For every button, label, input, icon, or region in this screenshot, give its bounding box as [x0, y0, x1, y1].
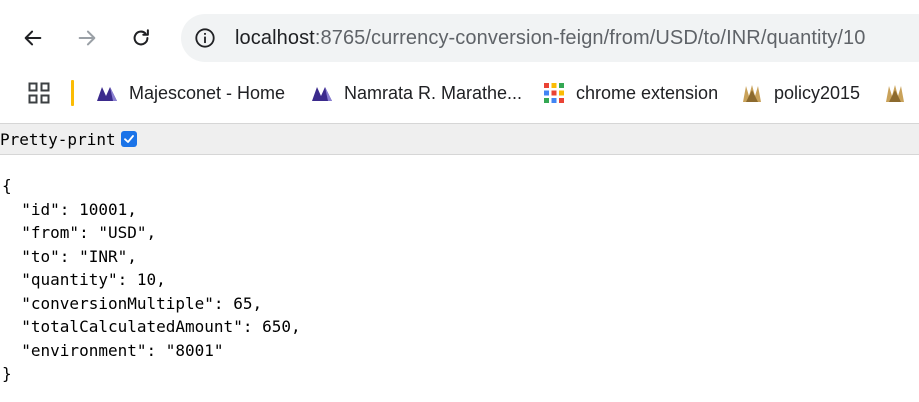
json-body: { "id": 10001, "from": "USD", "to": "INR… — [2, 174, 301, 386]
forward-button[interactable] — [67, 18, 107, 58]
apps-grid-icon[interactable] — [28, 82, 50, 104]
browser-toolbar: localhost:8765/currency-conversion-feign… — [0, 0, 919, 74]
majesco-logo-icon — [312, 87, 332, 101]
bookmark-chrome-extension[interactable]: chrome extension — [543, 79, 718, 107]
forward-arrow-icon — [78, 30, 96, 46]
bookmarks-bar: Majesconet - Home Namrata R. Marathe... … — [0, 74, 919, 114]
json-line: "environment": "8001" — [2, 340, 224, 360]
back-arrow-icon — [24, 30, 42, 46]
url-text[interactable]: localhost:8765/currency-conversion-feign… — [235, 27, 865, 50]
bookmark-label: Namrata R. Marathe... — [344, 82, 523, 103]
info-icon[interactable] — [194, 27, 216, 49]
json-line: } — [2, 364, 12, 383]
json-line: "quantity": 10, — [2, 270, 166, 289]
json-line: "id": 10001, — [2, 199, 137, 219]
bookmark-label: Majesconet - Home — [129, 82, 286, 103]
bookmark-overflow[interactable] — [884, 79, 917, 107]
checkmark-icon — [123, 135, 134, 143]
bookmark-majesconet[interactable]: Majesconet - Home — [96, 79, 285, 107]
bookmark-policy2015[interactable]: policy2015 — [741, 79, 860, 107]
back-button[interactable] — [13, 18, 53, 58]
json-line: "to": "INR", — [2, 246, 137, 266]
json-line: "from": "USD", — [2, 223, 157, 242]
json-line: "conversionMultiple": 65, — [2, 293, 263, 313]
majesco-logo-icon — [97, 87, 117, 101]
url-path: :8765/currency-conversion-feign/from/USD… — [314, 26, 866, 49]
reload-button[interactable] — [121, 18, 161, 58]
reload-icon — [133, 29, 149, 46]
policy-logo-icon — [886, 85, 904, 102]
pretty-print-bar: Pretty-print — [0, 123, 919, 155]
bookmark-label: policy2015 — [774, 82, 861, 103]
json-line: { — [2, 176, 12, 195]
bookmark-label: chrome extension — [576, 82, 719, 103]
pretty-print-checkbox[interactable] — [120, 131, 137, 147]
url-host: localhost — [235, 26, 315, 49]
json-line: "totalCalculatedAmount": 650, — [2, 317, 301, 336]
chrome-apps-grid-icon — [544, 83, 564, 103]
bookmarks-separator — [71, 80, 74, 106]
address-bar[interactable]: localhost:8765/currency-conversion-feign… — [181, 14, 919, 62]
page-content: Pretty-print { "id": 10001, "from": "USD… — [0, 123, 919, 402]
pretty-print-label: Pretty-print — [0, 129, 116, 149]
bookmark-namrata[interactable]: Namrata R. Marathe... — [311, 79, 522, 107]
policy-logo-icon — [743, 85, 761, 102]
